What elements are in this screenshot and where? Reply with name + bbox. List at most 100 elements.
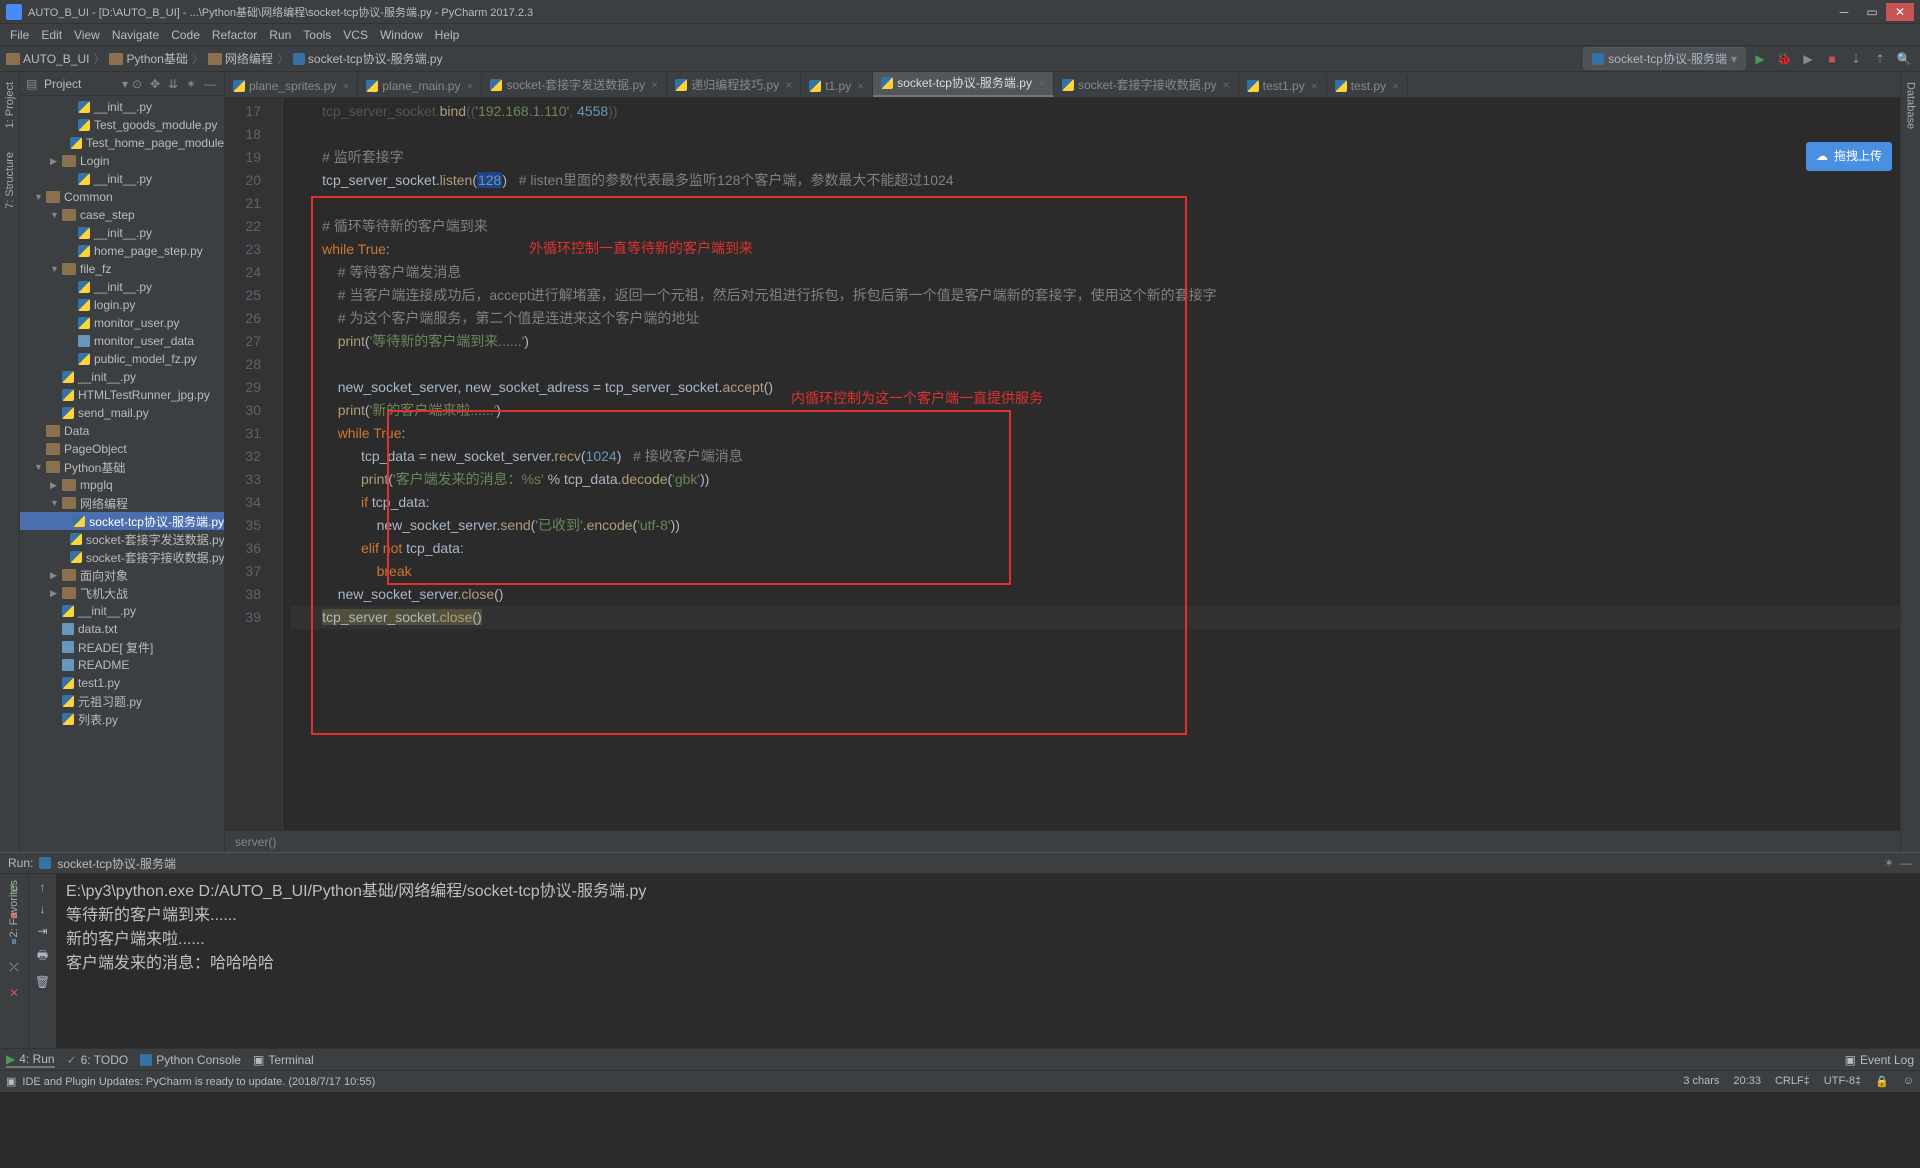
down-button[interactable]: ↓ — [40, 902, 46, 916]
wrap-button[interactable]: ⇥ — [37, 924, 47, 938]
run-button[interactable]: ▶ — [1750, 49, 1770, 69]
tree-file[interactable]: __init__.py — [20, 98, 224, 116]
bc-folder[interactable]: Python基础 — [109, 50, 187, 67]
code-body[interactable]: tcp_server_socket.bind(('192.168.1.110',… — [283, 98, 1920, 830]
editor-tab[interactable]: socket-tcp协议-服务端.py× — [873, 72, 1054, 97]
project-tool-tab[interactable]: 1: Project — [4, 76, 16, 134]
close-tab-icon[interactable]: × — [651, 78, 658, 92]
tree-folder[interactable]: ▼网络编程 — [20, 494, 224, 512]
collapse-all-icon[interactable]: ⇊ — [168, 77, 182, 91]
tree-folder[interactable]: Data — [20, 422, 224, 440]
menu-vcs[interactable]: VCS — [337, 28, 374, 42]
terminal-tab[interactable]: ▣Terminal — [253, 1053, 314, 1067]
vcs-push-button[interactable]: ⇡ — [1870, 49, 1890, 69]
lock-icon[interactable]: 🔒 — [1875, 1075, 1889, 1088]
stop-button[interactable]: ■ — [1822, 49, 1842, 69]
gear-icon[interactable]: ✶ — [186, 77, 200, 91]
close-tab-icon[interactable]: × — [1392, 79, 1399, 93]
menu-code[interactable]: Code — [165, 28, 206, 42]
tree-file[interactable]: Test_goods_module.py — [20, 116, 224, 134]
gear-icon[interactable]: ✶ — [1884, 856, 1894, 870]
structure-tool-tab[interactable]: 7: Structure — [4, 146, 16, 215]
run-tab[interactable]: ▶4: Run — [6, 1052, 55, 1068]
up-button[interactable]: ↑ — [40, 880, 46, 894]
code-editor[interactable]: 1718192021222324252627282930313233343536… — [225, 98, 1920, 830]
status-line-ending[interactable]: CRLF‡ — [1775, 1075, 1810, 1088]
menu-view[interactable]: View — [68, 28, 106, 42]
clear-button[interactable]: 🗑 — [35, 975, 50, 989]
vcs-button[interactable]: ⇣ — [1846, 49, 1866, 69]
upload-badge[interactable]: ☁ 拖拽上传 — [1806, 142, 1892, 171]
tree-file[interactable]: test1.py — [20, 674, 224, 692]
run-config-selector[interactable]: socket-tcp协议-服务端 ▾ — [1583, 47, 1746, 70]
bc-folder[interactable]: 网络编程 — [208, 50, 273, 67]
tree-file[interactable]: __init__.py — [20, 170, 224, 188]
tree-file[interactable]: monitor_user.py — [20, 314, 224, 332]
close-button[interactable]: ✕ — [5, 984, 23, 1002]
tree-file[interactable]: 列表.py — [20, 710, 224, 728]
tree-file[interactable]: socket-套接字发送数据.py — [20, 530, 224, 548]
tree-file[interactable]: __init__.py — [20, 278, 224, 296]
menu-help[interactable]: Help — [429, 28, 466, 42]
minimize-button[interactable]: ─ — [1830, 3, 1858, 21]
tree-file[interactable]: __init__.py — [20, 224, 224, 242]
editor-tab[interactable]: 递归编程技巧.py× — [667, 72, 801, 97]
menu-navigate[interactable]: Navigate — [106, 28, 165, 42]
tree-folder[interactable]: ▶mpglq — [20, 476, 224, 494]
editor-tab[interactable]: socket-套接字接收数据.py× — [1054, 72, 1239, 97]
exit-button[interactable]: ⤫ — [5, 958, 23, 976]
tree-file[interactable]: public_model_fz.py — [20, 350, 224, 368]
tree-folder[interactable]: PageObject — [20, 440, 224, 458]
hector-icon[interactable]: ☺ — [1903, 1075, 1914, 1088]
todo-tab[interactable]: ✓6: TODO — [67, 1053, 129, 1067]
editor-tab[interactable]: socket-套接字发送数据.py× — [482, 72, 667, 97]
menu-file[interactable]: File — [4, 28, 35, 42]
tree-file[interactable]: socket-tcp协议-服务端.py — [20, 512, 224, 530]
close-tab-icon[interactable]: × — [1311, 79, 1318, 93]
console-output[interactable]: E:\py3\python.exe D:/AUTO_B_UI/Python基础/… — [56, 874, 1920, 1048]
status-encoding[interactable]: UTF-8‡ — [1824, 1075, 1861, 1088]
menu-tools[interactable]: Tools — [297, 28, 337, 42]
eventlog-tab[interactable]: ▣Event Log — [1845, 1053, 1914, 1067]
tree-folder[interactable]: ▶Login — [20, 152, 224, 170]
editor-tab[interactable]: test.py× — [1327, 75, 1408, 97]
tree-file[interactable]: data.txt — [20, 620, 224, 638]
menu-run[interactable]: Run — [263, 28, 297, 42]
locate-icon[interactable]: ✥ — [150, 77, 164, 91]
print-button[interactable]: 🖶 — [37, 946, 48, 967]
hide-icon[interactable]: — — [204, 77, 218, 91]
tree-folder[interactable]: ▼Python基础 — [20, 458, 224, 476]
tree-folder[interactable]: ▶面向对象 — [20, 566, 224, 584]
collapse-icon[interactable]: ⊙ — [132, 77, 146, 91]
tree-file[interactable]: __init__.py — [20, 602, 224, 620]
tree-file[interactable]: monitor_user_data — [20, 332, 224, 350]
tree-file[interactable]: HTMLTestRunner_jpg.py — [20, 386, 224, 404]
menu-refactor[interactable]: Refactor — [206, 28, 263, 42]
editor-tab[interactable]: test1.py× — [1239, 75, 1327, 97]
close-tab-icon[interactable]: × — [342, 79, 349, 93]
menu-window[interactable]: Window — [374, 28, 429, 42]
tree-file[interactable]: socket-套接字接收数据.py — [20, 548, 224, 566]
collapse-icon[interactable]: ▣ — [6, 1075, 16, 1088]
tree-file[interactable]: login.py — [20, 296, 224, 314]
tree-file[interactable]: send_mail.py — [20, 404, 224, 422]
bc-file[interactable]: socket-tcp协议-服务端.py — [293, 50, 443, 67]
tree-file[interactable]: READE[ 复件] — [20, 638, 224, 656]
pyconsole-tab[interactable]: Python Console — [140, 1053, 241, 1067]
menu-edit[interactable]: Edit — [35, 28, 68, 42]
hide-icon[interactable]: — — [1900, 856, 1912, 870]
project-tree[interactable]: __init__.pyTest_goods_module.pyTest_home… — [20, 96, 224, 852]
close-tab-icon[interactable]: × — [466, 79, 473, 93]
tree-file[interactable]: README — [20, 656, 224, 674]
search-button[interactable]: 🔍 — [1894, 49, 1914, 69]
tree-folder[interactable]: ▼file_fz — [20, 260, 224, 278]
tree-file[interactable]: home_page_step.py — [20, 242, 224, 260]
database-tool-tab[interactable]: Database — [1905, 76, 1917, 135]
tree-folder[interactable]: ▼case_step — [20, 206, 224, 224]
tree-file[interactable]: __init__.py — [20, 368, 224, 386]
tree-folder[interactable]: ▼Common — [20, 188, 224, 206]
close-tab-icon[interactable]: × — [785, 78, 792, 92]
favorites-tool-tab[interactable]: 2: Favorites — [0, 880, 20, 937]
tree-file[interactable]: 元祖习题.py — [20, 692, 224, 710]
close-tab-icon[interactable]: × — [1223, 78, 1230, 92]
